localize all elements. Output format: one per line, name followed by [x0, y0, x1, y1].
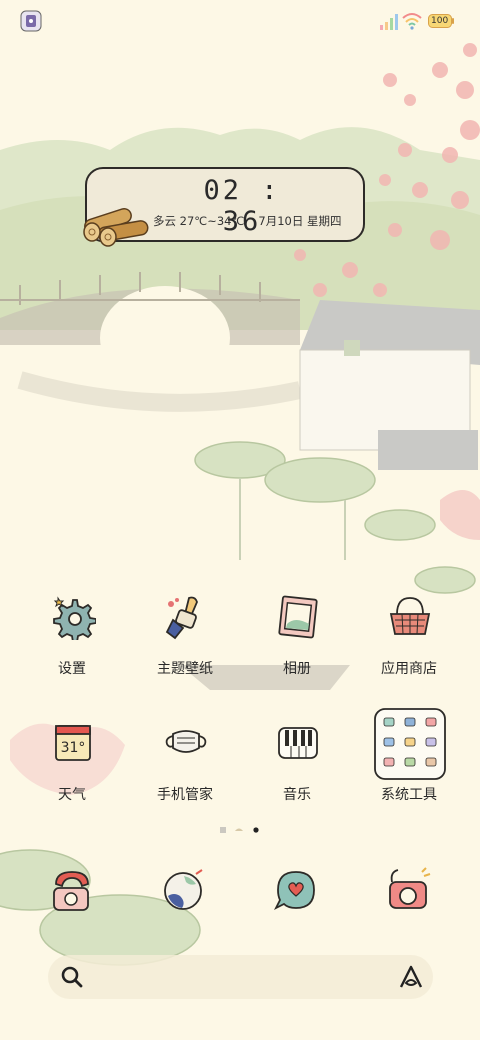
app-label: 主题壁纸: [157, 661, 213, 677]
app-label: 音乐: [283, 787, 311, 803]
weather-text: 多云 27℃~34℃: [153, 214, 245, 228]
status-bar: 100: [0, 0, 480, 44]
app-label: 天气: [58, 787, 86, 803]
gear-icon: [53, 596, 96, 640]
app-label: 应用商店: [381, 661, 437, 677]
globe-icon[interactable]: [160, 866, 208, 914]
app-settings[interactable]: 设置: [22, 594, 122, 704]
app-weather[interactable]: 31° 天气: [22, 720, 122, 830]
mask-icon: [165, 730, 207, 753]
app-gallery[interactable]: 相册: [247, 594, 347, 704]
app-phone-manager[interactable]: 手机管家: [135, 720, 235, 830]
search-bar[interactable]: [48, 955, 433, 999]
signal-icon: [380, 14, 398, 30]
app-label: 相册: [283, 661, 311, 677]
assistant-icon[interactable]: [397, 963, 425, 991]
wood-logs-icon: [83, 207, 149, 247]
app-label: 系统工具: [381, 787, 437, 803]
notification-app-icon[interactable]: [20, 10, 42, 32]
app-label: 设置: [58, 661, 86, 677]
search-icon[interactable]: [60, 965, 84, 989]
clock-date-line: 多云 27℃~34℃ 7月10日 星期四: [153, 213, 356, 229]
app-folder-system-tools[interactable]: 系统工具: [359, 708, 459, 830]
wifi-icon: [402, 13, 422, 30]
app-music[interactable]: 音乐: [247, 720, 347, 830]
camera-icon[interactable]: [384, 866, 432, 914]
app-store[interactable]: 应用商店: [359, 594, 459, 704]
photo-frame-icon: [278, 595, 318, 639]
app-themes[interactable]: 主题壁纸: [135, 594, 235, 704]
calendar-icon: 31°: [55, 725, 91, 761]
page-indicator[interactable]: [218, 824, 262, 836]
date-text: 7月10日 星期四: [258, 214, 342, 228]
message-heart-icon[interactable]: [272, 866, 320, 914]
phone-icon[interactable]: [48, 866, 96, 914]
svg-text:31°: 31°: [61, 740, 86, 756]
basket-icon: [389, 597, 431, 635]
piano-icon: [278, 727, 318, 759]
battery-level: 100: [431, 16, 449, 26]
folder-icon: [374, 708, 446, 780]
app-label: 手机管家: [157, 787, 213, 803]
paintbrush-icon: [165, 596, 198, 640]
